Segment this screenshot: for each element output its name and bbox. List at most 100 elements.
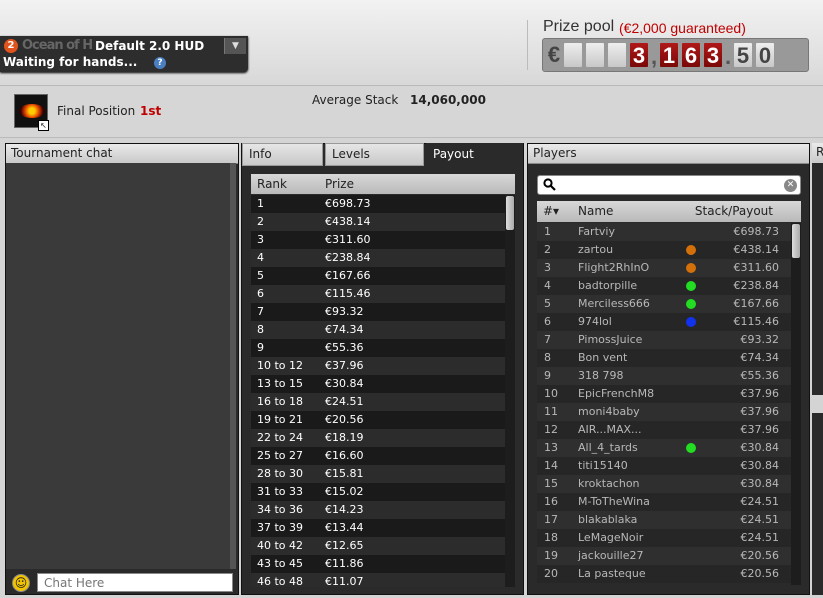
smiley-icon[interactable]: ☺ [12, 574, 30, 592]
player-stack: €167.66 [733, 297, 780, 310]
payout-row: 40 to 42 €12.65 [251, 537, 505, 555]
counter-digit [585, 42, 605, 68]
player-number: 5 [544, 297, 551, 310]
prize-cell: €11.86 [325, 557, 364, 570]
tab-payout[interactable]: Payout [426, 143, 523, 166]
counter-digit: 0 [755, 42, 775, 68]
hud-watermark: Ocean of Hold'em [22, 38, 92, 53]
payout-scroll-thumb[interactable] [506, 196, 514, 230]
average-stack-label: Average Stack [312, 93, 399, 107]
player-row[interactable]: 8 Bon vent €74.34 [537, 349, 791, 367]
payout-row: 4 €238.84 [251, 249, 505, 267]
rank-cell: 1 [257, 197, 264, 210]
hud-status: Waiting for hands... [3, 55, 138, 69]
prize-cell: €18.19 [325, 431, 364, 444]
rank-cell: 19 to 21 [257, 413, 304, 426]
expand-arrow-icon[interactable]: ↖ [38, 120, 49, 131]
clear-icon[interactable]: ✕ [784, 179, 797, 192]
currency-symbol: € [547, 42, 561, 67]
final-position-value: 1st [140, 104, 162, 118]
rank-cell: 3 [257, 233, 264, 246]
chat-scrollbar[interactable] [230, 163, 236, 569]
player-name: Bon vent [578, 351, 628, 364]
payout-row: 19 to 21 €20.56 [251, 411, 505, 429]
right-panel-gap [812, 395, 823, 413]
player-row[interactable]: 19 jackouille27 €20.56 [537, 547, 791, 565]
hud-panel[interactable]: 2 Ocean of Hold'em Default 2.0 HUD ▼ Wai… [0, 36, 248, 72]
player-number: 8 [544, 351, 551, 364]
tab-levels[interactable]: Levels [325, 143, 424, 166]
player-row[interactable]: 2 zartou €438.14 [537, 241, 791, 259]
player-row[interactable]: 10 EpicFrenchM8 €37.96 [537, 385, 791, 403]
rank-cell: 7 [257, 305, 264, 318]
player-name: Fartviy [578, 225, 615, 238]
prize-cell: €11.07 [325, 575, 364, 587]
player-row[interactable]: 9 318 798 €55.36 [537, 367, 791, 385]
payout-row: 16 to 18 €24.51 [251, 393, 505, 411]
status-dot-icon [686, 443, 696, 453]
payout-row: 22 to 24 €18.19 [251, 429, 505, 447]
player-number: 3 [544, 261, 551, 274]
payout-row: 46 to 48 €11.07 [251, 573, 505, 587]
rank-cell: 43 to 45 [257, 557, 304, 570]
player-row[interactable]: 17 blakablaka €24.51 [537, 511, 791, 529]
player-name: PimossJuice [578, 333, 643, 346]
rank-cell: 16 to 18 [257, 395, 304, 408]
stack-column-header[interactable]: Stack/Payout [695, 201, 773, 222]
player-search-input[interactable] [537, 175, 801, 195]
player-row[interactable]: 20 La pasteque €20.56 [537, 565, 791, 583]
help-icon[interactable]: ? [154, 57, 166, 69]
eye-icon [19, 104, 45, 118]
players-scroll-thumb[interactable] [792, 224, 800, 258]
player-stack: €438.14 [733, 243, 780, 256]
rank-column-header[interactable]: Rank [257, 174, 287, 194]
payout-row: 10 to 12 €37.96 [251, 357, 505, 375]
counter-separator: . [725, 44, 732, 69]
player-number: 2 [544, 243, 551, 256]
player-row[interactable]: 15 kroktachon €30.84 [537, 475, 791, 493]
tab-info[interactable]: Info [242, 143, 323, 166]
player-number: 13 [544, 441, 558, 454]
average-stack-value: 14,060,000 [410, 93, 486, 107]
right-panel [812, 143, 823, 595]
player-name: jackouille27 [578, 549, 644, 562]
player-row[interactable]: 11 moni4baby €37.96 [537, 403, 791, 421]
player-name: All_4_tards [578, 441, 638, 454]
player-row[interactable]: 14 titi15140 €30.84 [537, 457, 791, 475]
prize-column-header[interactable]: Prize [325, 174, 354, 194]
counter-digit: 5 [733, 42, 753, 68]
player-row[interactable]: 13 All_4_tards €30.84 [537, 439, 791, 457]
player-stack: €24.51 [740, 531, 780, 544]
chat-input[interactable] [37, 573, 233, 592]
status-dot-icon [686, 317, 696, 327]
player-row[interactable]: 18 LeMageNoir €24.51 [537, 529, 791, 547]
player-row[interactable]: 6 974lol €115.46 [537, 313, 791, 331]
number-column-header[interactable]: #▾ [543, 201, 559, 222]
player-number: 16 [544, 495, 558, 508]
player-row[interactable]: 7 PimossJuice €93.32 [537, 331, 791, 349]
prize-cell: €14.23 [325, 503, 364, 516]
player-name: La pasteque [578, 567, 646, 580]
prize-pool-label: Prize pool [543, 18, 615, 35]
counter-digit [563, 42, 583, 68]
chevron-down-icon[interactable]: ▼ [224, 38, 246, 54]
player-row[interactable]: 16 M-ToTheWina €24.51 [537, 493, 791, 511]
rank-cell: 9 [257, 341, 264, 354]
player-row[interactable]: 4 badtorpille €238.84 [537, 277, 791, 295]
player-number: 17 [544, 513, 558, 526]
name-column-header[interactable]: Name [578, 201, 613, 222]
player-name: LeMageNoir [578, 531, 644, 544]
player-row[interactable]: 3 Flight2RhInO €311.60 [537, 259, 791, 277]
rank-cell: 13 to 15 [257, 377, 304, 390]
player-stack: €30.84 [740, 459, 780, 472]
player-stack: €37.96 [740, 387, 780, 400]
player-row[interactable]: 5 Merciless666 €167.66 [537, 295, 791, 313]
players-scrollbar[interactable] [791, 223, 801, 585]
player-row[interactable]: 1 Fartviy €698.73 [537, 223, 791, 241]
players-title: Players [528, 144, 809, 164]
player-stack: €115.46 [733, 315, 780, 328]
player-name: 318 798 [578, 369, 624, 382]
prize-cell: €37.96 [325, 359, 364, 372]
payout-scrollbar[interactable] [505, 195, 515, 587]
player-row[interactable]: 12 AIR...MAX... €37.96 [537, 421, 791, 439]
